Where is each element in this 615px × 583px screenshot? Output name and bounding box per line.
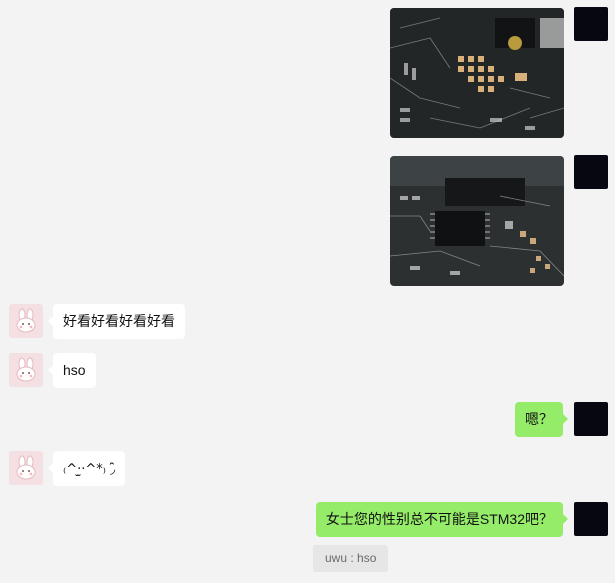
message-text: 好看好看好看好看 <box>63 313 175 329</box>
chat-image-circuit-board-chip[interactable] <box>390 156 564 286</box>
bunny-icon <box>16 357 36 382</box>
message-text: 女士您的性别总不可能是STM32吧？ <box>325 511 553 527</box>
message-bubble[interactable]: 嗯？ <box>515 402 568 437</box>
quoted-text: uwu : hso <box>325 551 377 565</box>
message-text: hso <box>63 362 86 378</box>
bunny-icon <box>16 308 36 333</box>
message-text: 嗯？ <box>525 411 553 427</box>
message-text: ₍^·̫·^*₎ ◞̑̑ <box>63 462 116 477</box>
quoted-message[interactable]: uwu : hso <box>313 545 389 572</box>
self-avatar[interactable] <box>574 502 608 536</box>
circuit-board-photo-icon <box>390 8 564 138</box>
message-bubble[interactable]: hso <box>48 353 96 388</box>
message-bubble[interactable]: 女士您的性别总不可能是STM32吧？ <box>315 502 569 537</box>
contact-avatar[interactable] <box>9 304 43 338</box>
message-bubble[interactable]: ₍^·̫·^*₎ ◞̑̑ <box>47 451 126 486</box>
self-avatar[interactable] <box>574 7 608 41</box>
bunny-icon <box>16 455 36 480</box>
message-bubble[interactable]: 好看好看好看好看 <box>48 304 185 339</box>
circuit-board-chip-photo-icon <box>390 156 564 286</box>
self-avatar[interactable] <box>574 402 608 436</box>
contact-avatar[interactable] <box>9 451 43 485</box>
chat-image-circuit-board[interactable] <box>390 8 564 138</box>
contact-avatar[interactable] <box>9 353 43 387</box>
self-avatar[interactable] <box>574 155 608 189</box>
